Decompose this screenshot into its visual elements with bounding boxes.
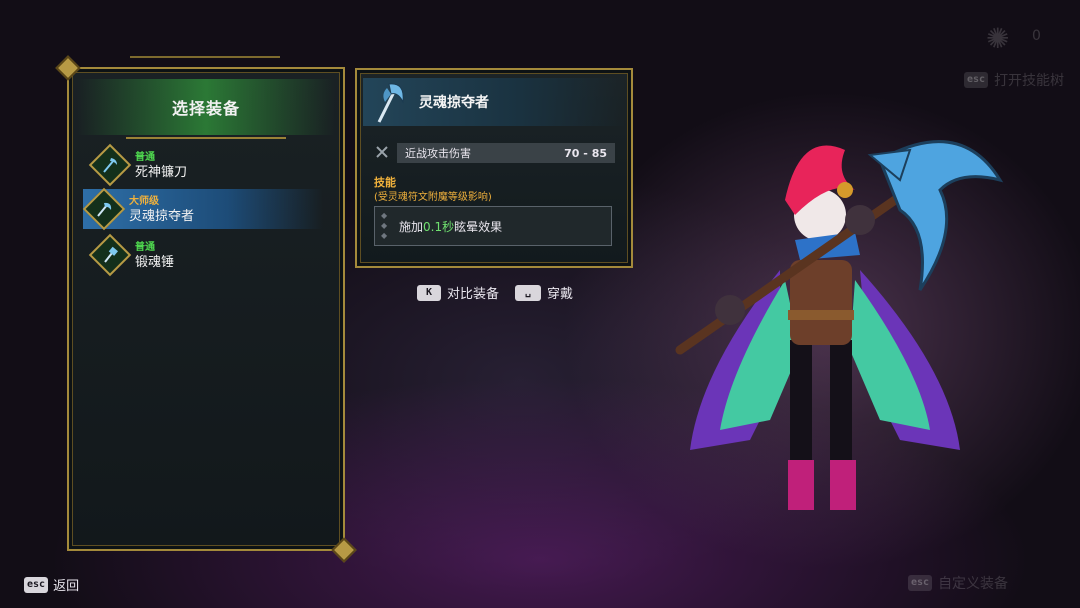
compare-key[interactable]: K (417, 284, 441, 301)
item-name: 灵魂掠夺者 (129, 209, 195, 224)
equip-label[interactable]: 穿戴 (547, 283, 573, 302)
rune-slot-icon: ◆ ◆ ◆ (381, 211, 388, 240)
skill-description-box: ◆ ◆ ◆ 施加 0.1秒 眩晕效果 (374, 206, 612, 246)
customize-equipment-label: 自定义装备 (938, 576, 1009, 592)
skill-note: (受灵魂符文附魔等级影响) (374, 192, 492, 203)
equipment-list-panel: 选择装备 普通 死神镰刀 大师级 灵魂掠夺者 普通 锻魂锤 (55, 55, 357, 563)
weapon-detail-panel: 灵魂掠夺者 近战攻击伤害 70 - 85 技能 (受灵魂符文附魔等级影响) ◆ ◆… (355, 68, 633, 268)
esc-key: esc (24, 576, 49, 593)
customize-equipment-hint[interactable]: esc 自定义装备 (908, 573, 1008, 593)
detail-header: 灵魂掠夺者 (363, 78, 625, 126)
detail-title: 灵魂掠夺者 (419, 95, 489, 111)
item-name: 死神镰刀 (135, 165, 188, 180)
esc-key: esc (964, 72, 989, 88)
skill-text-suffix: 眩晕效果 (454, 219, 503, 234)
item-rarity: 普通 (135, 152, 155, 163)
panel-title: 选择装备 (171, 99, 240, 118)
esc-key: esc (908, 575, 933, 591)
open-skill-tree-label: 打开技能树 (994, 73, 1065, 89)
title-ornament (126, 137, 286, 139)
melee-damage-stat: 近战攻击伤害 70 - 85 (397, 143, 615, 163)
list-item-soul-reaver[interactable]: 大师级 灵魂掠夺者 (82, 187, 323, 231)
scythe-icon (88, 143, 132, 187)
item-name: 锻魂锤 (135, 255, 175, 270)
soul-reaver-axe-icon (377, 83, 404, 123)
corner-ornament (331, 537, 357, 563)
top-ornament (130, 56, 280, 58)
character-illustration (675, 140, 1004, 510)
item-rarity: 普通 (135, 242, 155, 253)
list-item-soulforge-hammer[interactable]: 普通 锻魂锤 (88, 233, 309, 277)
stat-label: 近战攻击伤害 (405, 147, 471, 160)
skill-text-prefix: 施加 (399, 219, 424, 234)
compare-label[interactable]: 对比装备 (447, 283, 499, 302)
crossed-swords-icon (376, 146, 388, 158)
back-hint[interactable]: esc 返回 (24, 575, 79, 594)
skill-point-icon: ✺ (986, 22, 1010, 55)
action-hints: K 对比装备 ␣ 穿戴 (417, 283, 573, 302)
item-rarity: 大师级 (129, 196, 159, 207)
skill-point-counter: 0 (1032, 28, 1041, 44)
corner-ornament (55, 55, 81, 81)
panel-title-bar: 选择装备 (77, 79, 335, 139)
open-skill-tree-hint[interactable]: esc 打开技能树 (964, 70, 1064, 90)
hammer-icon (88, 233, 132, 277)
axe-icon (82, 187, 126, 231)
skill-duration-highlight: 0.1秒 (423, 219, 455, 234)
list-item-death-scythe[interactable]: 普通 死神镰刀 (88, 143, 309, 187)
back-label: 返回 (53, 579, 80, 594)
equip-key[interactable]: ␣ (515, 284, 542, 301)
stat-value: 70 - 85 (564, 146, 607, 160)
